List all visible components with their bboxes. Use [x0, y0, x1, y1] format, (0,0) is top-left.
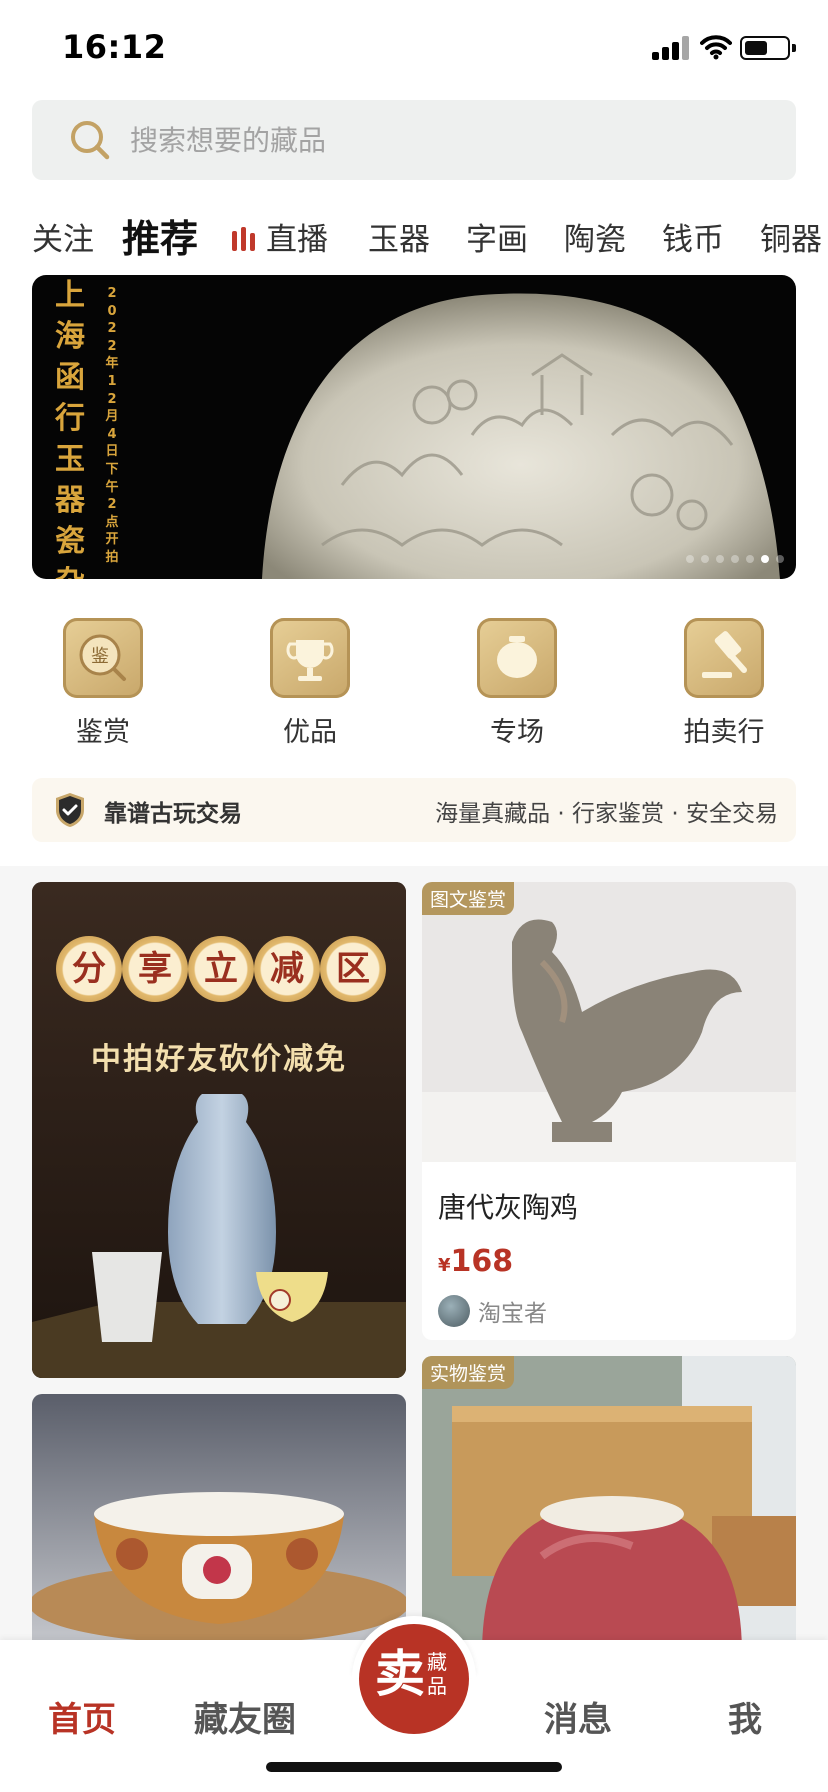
sell-button-sublabel: 藏品	[427, 1650, 447, 1698]
battery-fill	[745, 41, 767, 55]
promo-card[interactable]: 分享立减区 中拍好友砍价减免	[32, 882, 406, 1378]
banner-dot[interactable]	[731, 555, 739, 563]
product-image	[422, 882, 796, 1162]
jade-carving-image	[262, 293, 780, 579]
banner-dot[interactable]	[761, 555, 769, 563]
trust-slogan: 海量真藏品 · 行家鉴赏 · 安全交易	[435, 801, 778, 827]
card-tag: 实物鉴赏	[422, 1356, 515, 1389]
trust-banner[interactable]: 靠谱古玩交易 海量真藏品 · 行家鉴赏 · 安全交易	[32, 778, 796, 842]
tab-bronze[interactable]: 铜器	[760, 214, 822, 259]
status-bar: 16:12	[0, 0, 828, 96]
sell-button[interactable]: 卖 藏品	[359, 1624, 469, 1734]
seller-info[interactable]: 淘宝者	[438, 1294, 547, 1328]
product-image	[422, 1356, 796, 1654]
product-card[interactable]: 实物鉴赏	[422, 1356, 796, 1654]
promo-title: 分享立减区	[56, 936, 386, 1016]
tab-ceramics[interactable]: 陶瓷	[564, 214, 626, 259]
price-currency: ¥	[438, 1255, 451, 1276]
promo-banner[interactable]: 上海函行玉器瓷杂 2022年12月4日下午2点开拍	[32, 275, 796, 579]
tab-jade[interactable]: 玉器	[368, 214, 430, 259]
promo-subtitle: 中拍好友砍价减免	[91, 1042, 347, 1077]
product-title: 唐代灰陶鸡	[438, 1191, 579, 1224]
wifi-icon	[700, 35, 732, 60]
tab-live-label: 直播	[266, 222, 328, 258]
banner-pagination[interactable]	[686, 555, 784, 563]
seller-name: 淘宝者	[478, 1301, 547, 1327]
search-input[interactable]	[130, 123, 690, 157]
promo-title-char: 享	[122, 936, 188, 1002]
quick-appraise[interactable]: 鉴 鉴赏	[53, 618, 153, 749]
quick-auction-house-label: 拍卖行	[683, 717, 765, 748]
category-tabs: 关注 推荐 直播 玉器 字画 陶瓷 钱币 铜器	[0, 206, 828, 266]
search-icon	[71, 121, 110, 160]
banner-dot[interactable]	[701, 555, 709, 563]
quick-session[interactable]: 专场	[467, 618, 567, 749]
tabbar-me[interactable]: 我	[728, 1692, 762, 1741]
banner-dot[interactable]	[686, 555, 694, 563]
cellular-signal-icon	[652, 36, 692, 60]
battery-icon	[740, 36, 796, 60]
shield-icon	[56, 793, 84, 827]
quick-auction-house[interactable]: 拍卖行	[674, 618, 774, 749]
banner-dot[interactable]	[746, 555, 754, 563]
product-image	[32, 1394, 406, 1654]
promo-title-char: 区	[320, 936, 386, 1002]
status-time: 16:12	[62, 28, 167, 66]
banner-dot[interactable]	[716, 555, 724, 563]
banner-title: 上海函行玉器瓷杂	[55, 278, 85, 579]
tabbar-circle[interactable]: 藏友圈	[194, 1692, 296, 1741]
tab-recommend[interactable]: 推荐	[122, 208, 198, 263]
price-value: 168	[450, 1244, 514, 1279]
search-bar[interactable]	[32, 100, 796, 180]
tab-live[interactable]: 直播	[232, 214, 328, 259]
product-card[interactable]	[32, 1394, 406, 1654]
quick-premium[interactable]: 优品	[260, 618, 360, 749]
banner-dot[interactable]	[776, 555, 784, 563]
quick-premium-label: 优品	[283, 717, 337, 748]
jar-icon	[477, 618, 557, 698]
tabbar-messages[interactable]: 消息	[544, 1692, 612, 1741]
promo-title-char: 分	[56, 936, 122, 1002]
product-card[interactable]: 图文鉴赏 唐代灰陶鸡 ¥168 淘宝者	[422, 882, 796, 1340]
tab-coins[interactable]: 钱币	[662, 214, 724, 259]
quick-session-label: 专场	[490, 717, 544, 748]
appraise-icon: 鉴	[63, 618, 143, 698]
tabbar-home[interactable]: 首页	[48, 1692, 116, 1741]
tab-follow[interactable]: 关注	[32, 214, 94, 259]
card-tag: 图文鉴赏	[422, 882, 515, 915]
promo-title-char: 减	[254, 936, 320, 1002]
trophy-icon	[270, 618, 350, 698]
gavel-icon	[684, 618, 764, 698]
trust-title: 靠谱古玩交易	[104, 801, 242, 827]
sell-button-label: 卖	[375, 1644, 425, 1703]
svg-text:鉴: 鉴	[91, 646, 109, 667]
home-indicator	[266, 1762, 562, 1772]
avatar	[438, 1295, 470, 1327]
product-price: ¥168	[438, 1244, 513, 1279]
quick-appraise-label: 鉴赏	[76, 717, 130, 748]
banner-date: 2022年12月4日下午2点开拍	[105, 286, 119, 565]
tab-painting[interactable]: 字画	[466, 214, 528, 259]
promo-title-char: 立	[188, 936, 254, 1002]
live-bars-icon	[232, 227, 256, 251]
